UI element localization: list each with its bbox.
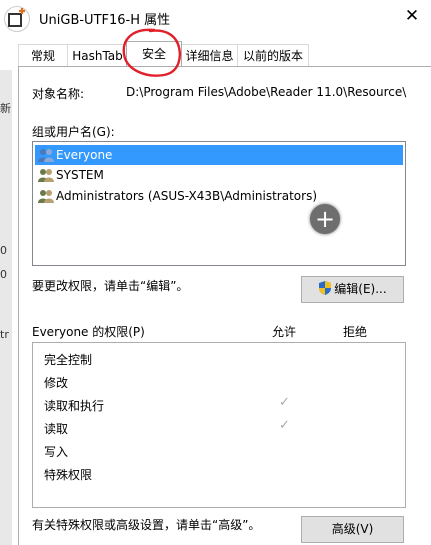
users-list[interactable]: Everyone SYSTEM Administrators (ASUS-X43… [32, 141, 406, 266]
permission-write: 写入 [44, 445, 69, 459]
tab-details[interactable]: 详细信息 [181, 44, 238, 66]
permission-modify: 修改 [44, 376, 69, 390]
user-name: SYSTEM [56, 168, 104, 182]
permission-read: 读取 [44, 422, 69, 436]
groups-label: 组或用户名(G): [32, 125, 115, 139]
advanced-hint: 有关特殊权限或高级设置，请单击“高级”。 [32, 518, 261, 532]
annotation-circle [122, 28, 181, 77]
background-text-fragment: tr [0, 328, 9, 341]
allow-check-icon: ✓ [279, 418, 290, 433]
tab-strip: 常规 HashTab 安全 详细信息 以前的版本 [12, 41, 431, 66]
background-window-edge [0, 70, 12, 545]
change-permissions-hint: 要更改权限，请单击“编辑”。 [32, 279, 189, 293]
permission-full-control: 完全控制 [44, 353, 93, 367]
user-name: Administrators (ASUS-X43B\Administrators… [56, 189, 318, 203]
tab-previous-versions[interactable]: 以前的版本 [237, 44, 309, 66]
close-button[interactable]: ✕ [402, 6, 422, 26]
list-item-system[interactable]: SYSTEM [35, 165, 403, 185]
background-text-fragment: 新 [0, 102, 11, 115]
permissions-title: Everyone 的权限(P) [32, 325, 145, 339]
deny-header: 拒绝 [343, 325, 368, 339]
edit-button-label: 编辑(E)... [334, 282, 387, 296]
object-name-value: D:\Program Files\Adobe\Reader 11.0\Resou… [126, 85, 407, 99]
allow-header: 允许 [272, 325, 297, 339]
object-name-label: 对象名称: [32, 87, 85, 101]
title-bar: UniGB-UTF16-H 属性 ✕ [0, 0, 431, 36]
background-text-fragment: 0 [0, 244, 7, 257]
permission-read-execute: 读取和执行 [44, 399, 105, 413]
users-icon [38, 149, 54, 162]
advanced-button[interactable]: 高级(V) [301, 516, 404, 543]
edit-button[interactable]: 编辑(E)... [301, 276, 404, 303]
zoom-plus-icon[interactable]: + [310, 204, 340, 234]
allow-check-icon: ✓ [279, 395, 290, 410]
users-icon [38, 190, 54, 203]
app-icon [4, 6, 30, 32]
list-item-everyone[interactable]: Everyone [35, 145, 403, 165]
permission-special: 特殊权限 [44, 468, 93, 482]
permissions-list[interactable]: 完全控制 修改 读取和执行 ✓ 读取 ✓ 写入 特殊权限 [32, 342, 406, 508]
tab-general[interactable]: 常规 [18, 44, 68, 66]
shield-icon [319, 281, 332, 295]
list-item-administrators[interactable]: Administrators (ASUS-X43B\Administrators… [35, 186, 403, 206]
background-text-fragment: 0 [0, 268, 7, 281]
users-icon [38, 169, 54, 182]
user-name: Everyone [56, 148, 113, 162]
